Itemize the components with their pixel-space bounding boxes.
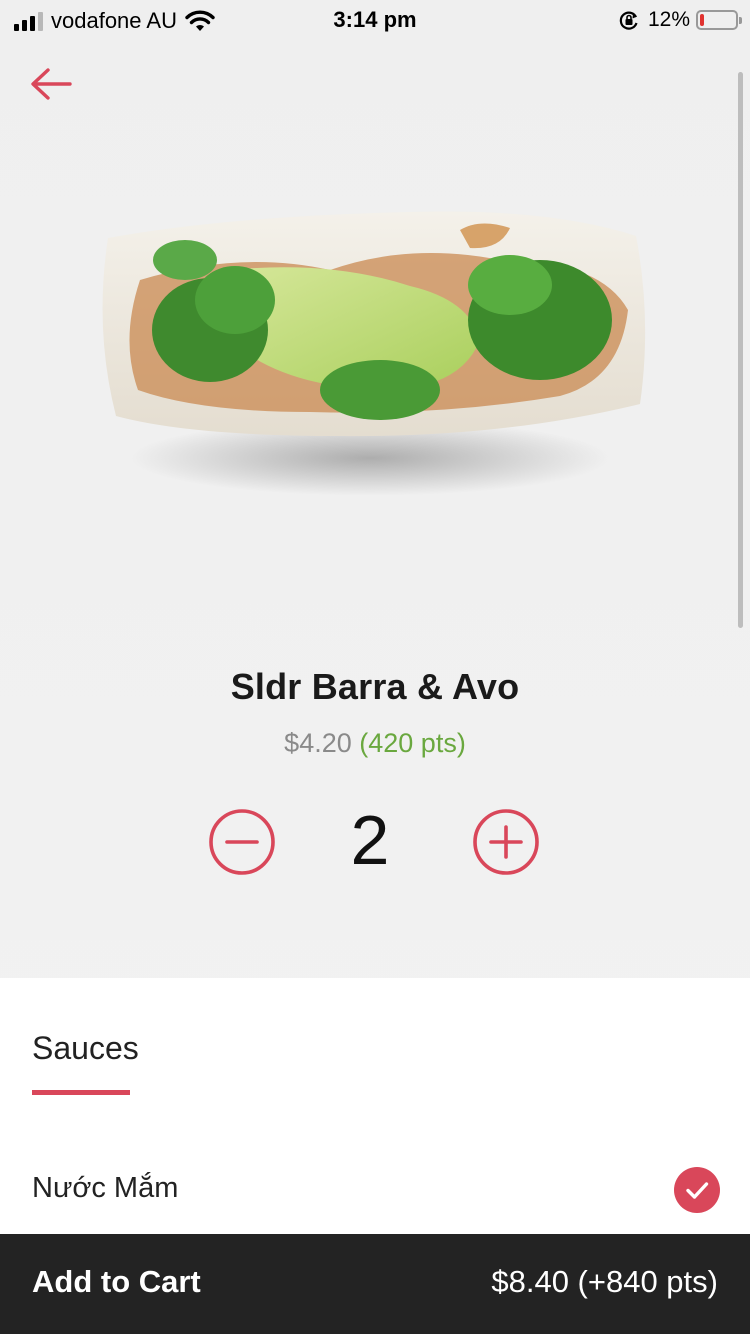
add-to-cart-button[interactable]: Add to Cart $8.40 (+840 pts) xyxy=(0,1234,750,1334)
rice-paper-roll-image xyxy=(102,211,646,496)
product-points: (420 pts) xyxy=(359,728,466,758)
status-bar: vodafone AU 3:14 pm 12% xyxy=(0,0,750,40)
plus-circle-icon[interactable] xyxy=(472,808,540,876)
quantity-value: 2 xyxy=(350,801,390,879)
option-label: Nước Mắm xyxy=(32,1172,179,1204)
status-right: 12% xyxy=(618,8,742,32)
battery-level xyxy=(700,14,704,26)
scroll-indicator[interactable] xyxy=(738,72,743,628)
product-name: Sldr Barra & Avo xyxy=(230,666,520,707)
option-row-nuoc-mam[interactable]: Nước Mắm xyxy=(0,1158,750,1222)
tab-active-indicator xyxy=(32,1090,130,1095)
rotation-lock-icon xyxy=(619,11,638,30)
price-line: $4.20 (420 pts) xyxy=(0,728,750,759)
cart-total: $8.40 (+840 pts) xyxy=(491,1264,718,1299)
product-price: $4.20 xyxy=(284,728,352,758)
battery-icon xyxy=(696,10,742,30)
battery-percent: 12% xyxy=(647,8,690,31)
minus-circle-icon[interactable] xyxy=(208,808,276,876)
product-detail-screen: vodafone AU 3:14 pm 12% Sldr Barra & Avo… xyxy=(0,0,750,1334)
check-circle-icon[interactable] xyxy=(674,1167,720,1213)
arrow-left-icon[interactable] xyxy=(28,64,74,104)
add-to-cart-label: Add to Cart xyxy=(32,1264,201,1299)
tab-sauces[interactable]: Sauces xyxy=(32,1030,139,1067)
